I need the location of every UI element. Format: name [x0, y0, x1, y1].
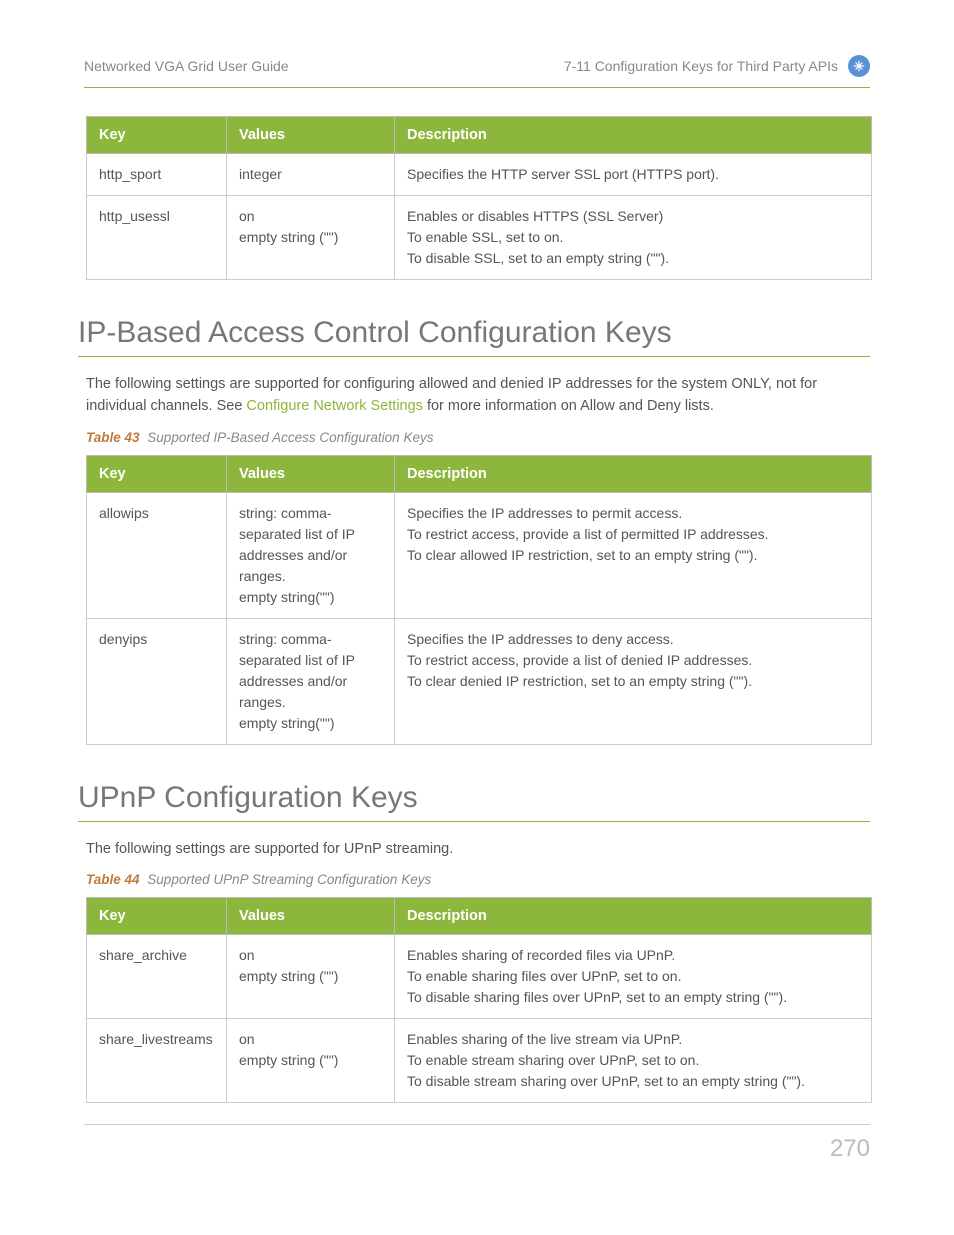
cell-values: integer — [227, 154, 395, 196]
cell-desc: Specifies the IP addresses to permit acc… — [395, 492, 872, 618]
section-title-ip-access: IP-Based Access Control Configuration Ke… — [78, 316, 870, 357]
cell-values: string: comma-separated list of IP addre… — [227, 618, 395, 744]
cell-desc: Enables sharing of recorded files via UP… — [395, 935, 872, 1019]
intro-text-post: for more information on Allow and Deny l… — [427, 398, 714, 414]
col-values: Values — [227, 117, 395, 154]
col-key: Key — [87, 455, 227, 492]
col-values: Values — [227, 898, 395, 935]
header-left: Networked VGA Grid User Guide — [84, 58, 289, 74]
col-key: Key — [87, 898, 227, 935]
section-intro: The following settings are supported for… — [86, 838, 870, 860]
section-intro: The following settings are supported for… — [86, 373, 870, 418]
page-header: Networked VGA Grid User Guide 7-11 Confi… — [84, 55, 870, 88]
table-row: share_livestreams onempty string ("") En… — [87, 1019, 872, 1103]
cell-key: allowips — [87, 492, 227, 618]
table-http-keys: Key Values Description http_sport intege… — [86, 116, 872, 280]
cell-values: string: comma-separated list of IP addre… — [227, 492, 395, 618]
table-row: denyips string: comma-separated list of … — [87, 618, 872, 744]
cell-values: onempty string ("") — [227, 1019, 395, 1103]
table-row: http_usessl onempty string ("") Enables … — [87, 196, 872, 280]
brand-logo-icon — [848, 55, 870, 77]
table-row: share_archive onempty string ("") Enable… — [87, 935, 872, 1019]
table-ip-access-keys: Key Values Description allowips string: … — [86, 455, 872, 745]
footer-divider — [84, 1124, 870, 1125]
table-upnp-keys: Key Values Description share_archive one… — [86, 897, 872, 1103]
table-row: allowips string: comma-separated list of… — [87, 492, 872, 618]
cell-desc: Specifies the IP addresses to deny acces… — [395, 618, 872, 744]
table-caption-label: Table 44 — [86, 872, 140, 887]
cell-key: http_usessl — [87, 196, 227, 280]
table-caption-label: Table 43 — [86, 430, 140, 445]
cell-desc: Enables sharing of the live stream via U… — [395, 1019, 872, 1103]
col-values: Values — [227, 455, 395, 492]
table-caption-text: Supported IP-Based Access Configuration … — [147, 430, 433, 445]
table-row: http_sport integer Specifies the HTTP se… — [87, 154, 872, 196]
page-number: 270 — [830, 1135, 870, 1163]
cell-values: onempty string ("") — [227, 196, 395, 280]
cell-values: onempty string ("") — [227, 935, 395, 1019]
cell-desc: Enables or disables HTTPS (SSL Server)To… — [395, 196, 872, 280]
table-caption-text: Supported UPnP Streaming Configuration K… — [147, 872, 431, 887]
col-desc: Description — [395, 898, 872, 935]
col-key: Key — [87, 117, 227, 154]
cell-key: denyips — [87, 618, 227, 744]
cell-key: http_sport — [87, 154, 227, 196]
cell-key: share_archive — [87, 935, 227, 1019]
header-right: 7-11 Configuration Keys for Third Party … — [564, 58, 838, 74]
table-caption: Table 44 Supported UPnP Streaming Config… — [86, 872, 870, 887]
col-desc: Description — [395, 117, 872, 154]
configure-network-settings-link[interactable]: Configure Network Settings — [246, 398, 423, 414]
section-title-upnp: UPnP Configuration Keys — [78, 781, 870, 822]
col-desc: Description — [395, 455, 872, 492]
cell-desc: Specifies the HTTP server SSL port (HTTP… — [395, 154, 872, 196]
cell-key: share_livestreams — [87, 1019, 227, 1103]
table-caption: Table 43 Supported IP-Based Access Confi… — [86, 430, 870, 445]
